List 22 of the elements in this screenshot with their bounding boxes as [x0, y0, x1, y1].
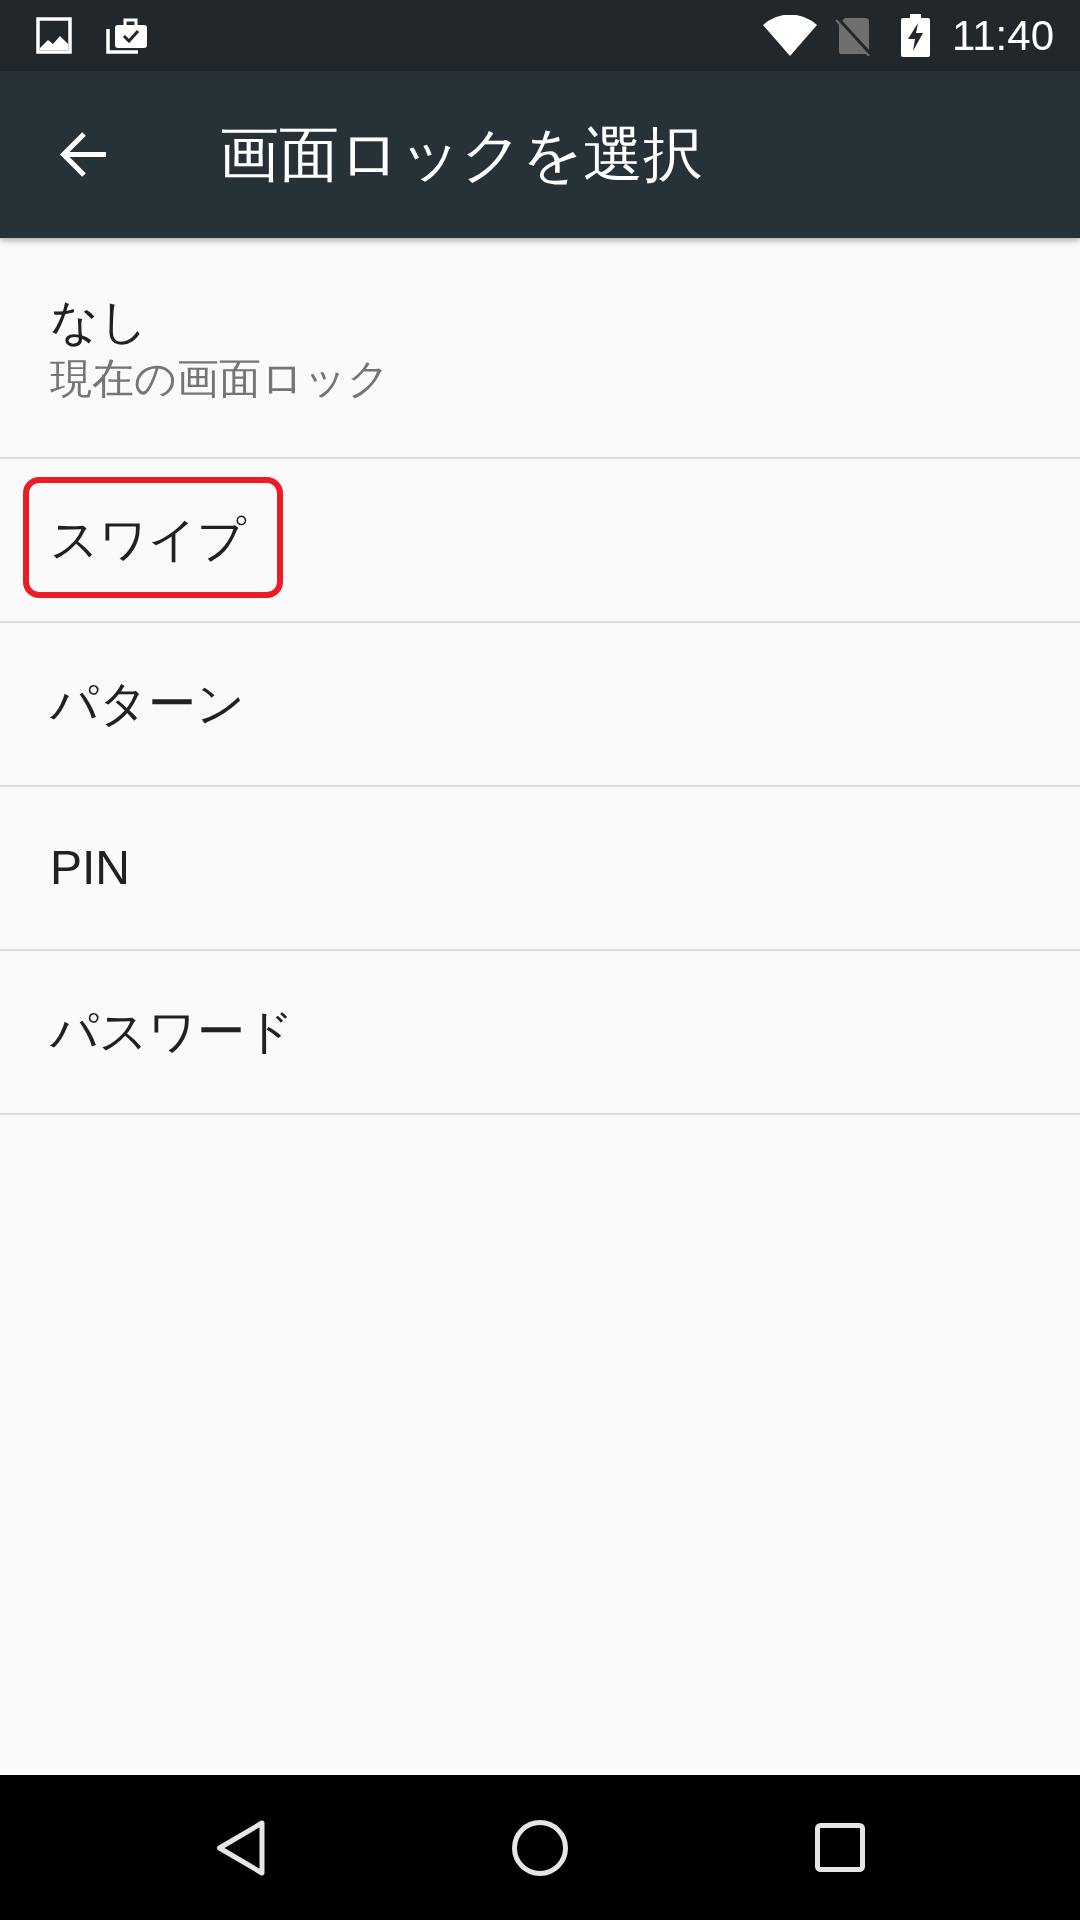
crossed-sim-card-icon [835, 15, 873, 56]
screen-title: 画面ロックを選択 [219, 119, 703, 190]
recents-square-icon[interactable] [815, 1823, 865, 1872]
back-arrow-icon[interactable] [59, 130, 109, 179]
lock-option[interactable]: スワイプ [0, 459, 1080, 623]
lock-option[interactable]: パスワード [0, 951, 1080, 1115]
charging-battery-icon [901, 14, 930, 57]
home-circle-icon[interactable] [512, 1819, 568, 1876]
option-title: パターン [50, 676, 245, 733]
back-triangle-icon[interactable] [215, 1819, 265, 1876]
image-icon [36, 17, 72, 54]
option-title: なし [50, 293, 148, 350]
option-title: PIN [50, 840, 130, 897]
option-title: スワイプ [50, 512, 246, 569]
lock-option[interactable]: PIN [0, 787, 1080, 951]
lock-option[interactable]: パターン [0, 623, 1080, 787]
option-subtitle: 現在の画面ロック [50, 354, 391, 405]
option-title: パスワード [50, 1004, 294, 1061]
lock-option[interactable]: なし 現在の画面ロック [0, 238, 1080, 459]
wifi-icon [763, 15, 817, 56]
status-time: 11:40 [952, 14, 1054, 57]
briefcase-check-icon [105, 16, 148, 55]
